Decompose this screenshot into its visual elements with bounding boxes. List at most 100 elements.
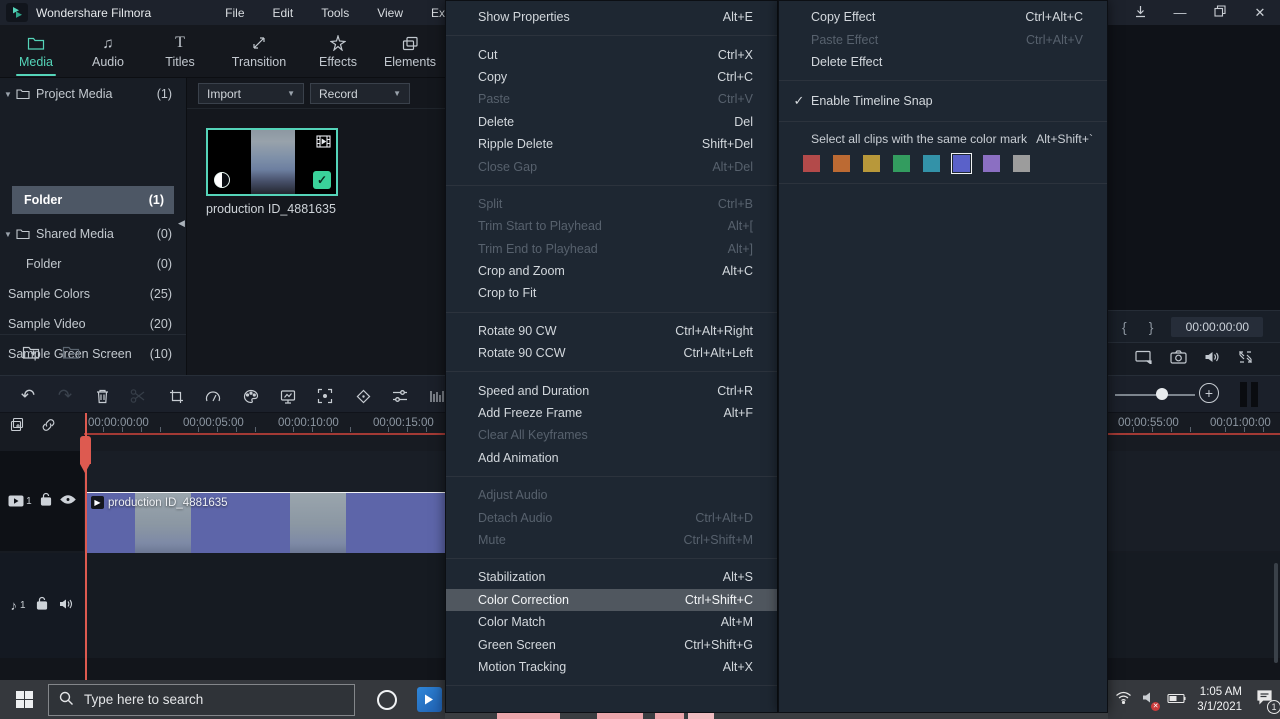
color-palette-icon[interactable] <box>239 384 263 408</box>
minimize-button[interactable]: — <box>1160 5 1200 20</box>
start-button[interactable] <box>0 680 48 719</box>
tab-titles[interactable]: T Titles <box>144 25 216 78</box>
menu-item-show-properties[interactable]: Show PropertiesAlt+E <box>446 6 777 28</box>
snapshot-camera-icon[interactable] <box>1170 350 1187 369</box>
filmora-taskbar-icon[interactable] <box>417 687 442 712</box>
motion-tracking-icon[interactable] <box>313 384 337 408</box>
tab-transition[interactable]: Transition <box>216 25 302 78</box>
menu-item-delete-effect[interactable]: Delete Effect <box>779 51 1107 73</box>
mark-in-icon[interactable]: { <box>1122 319 1127 335</box>
fullscreen-icon[interactable] <box>1238 350 1253 369</box>
mark-out-icon[interactable]: } <box>1149 319 1154 335</box>
battery-icon[interactable] <box>1167 691 1187 709</box>
color-mark-orange[interactable] <box>833 155 850 172</box>
tab-media[interactable]: Media <box>0 25 72 78</box>
color-mark-red[interactable] <box>803 155 820 172</box>
menu-item-paste-effect[interactable]: Paste EffectCtrl+Alt+V <box>779 28 1107 50</box>
zoom-slider-knob[interactable] <box>1156 388 1168 400</box>
menu-item-split[interactable]: SplitCtrl+B <box>446 193 777 215</box>
speed-icon[interactable] <box>201 384 225 408</box>
tab-elements[interactable]: Elements <box>374 25 446 78</box>
taskbar-clock[interactable]: 1:05 AM 3/1/2021 <box>1197 685 1242 715</box>
import-dropdown[interactable]: Import ▼ <box>198 83 304 104</box>
menu-item-add-freeze-frame[interactable]: Add Freeze FrameAlt+F <box>446 402 777 424</box>
preview-timecode[interactable]: 00:00:00:00 <box>1171 317 1263 337</box>
menu-file[interactable]: File <box>225 6 244 20</box>
color-mark-purple[interactable] <box>983 155 1000 172</box>
menu-item-speed-and-duration[interactable]: Speed and DurationCtrl+R <box>446 379 777 401</box>
tab-effects[interactable]: Effects <box>302 25 374 78</box>
taskbar-search-input[interactable]: Type here to search <box>48 684 355 716</box>
menu-item-clear-all-keyframes[interactable]: Clear All Keyframes <box>446 424 777 446</box>
paste-board-icon[interactable] <box>10 417 26 438</box>
wifi-icon[interactable] <box>1115 691 1132 709</box>
record-dropdown[interactable]: Record ▼ <box>310 83 410 104</box>
menu-item-crop-to-fit[interactable]: Crop to Fit <box>446 282 777 304</box>
scissors-split-icon[interactable] <box>126 384 150 408</box>
menu-tools[interactable]: Tools <box>321 6 349 20</box>
undo-icon[interactable]: ↶ <box>16 384 40 408</box>
sidebar-item-sample-colors[interactable]: Sample Colors (25) <box>0 284 186 304</box>
zoom-in-icon[interactable]: + <box>1199 383 1219 403</box>
sidebar-item-project-media[interactable]: ▼ Project Media (1) <box>0 84 186 104</box>
cortana-icon[interactable] <box>377 690 397 710</box>
restore-button[interactable] <box>1200 5 1240 20</box>
expand-arrow-icon[interactable]: ▼ <box>0 90 16 99</box>
menu-item-ripple-delete[interactable]: Ripple DeleteShift+Del <box>446 133 777 155</box>
media-clip-thumbnail[interactable]: ✓ <box>206 128 338 196</box>
menu-view[interactable]: View <box>377 6 403 20</box>
menu-item-enable-timeline-snap[interactable]: ✓ Enable Timeline Snap <box>779 88 1107 114</box>
eye-visibility-icon[interactable] <box>60 492 76 510</box>
add-folder-icon[interactable] <box>22 345 40 365</box>
menu-item-color-match[interactable]: Color MatchAlt+M <box>446 611 777 633</box>
menu-item-color-correction[interactable]: Color CorrectionCtrl+Shift+C <box>446 589 777 611</box>
notification-center-icon[interactable]: 1 <box>1256 689 1274 710</box>
speaker-icon[interactable] <box>59 597 74 615</box>
lock-icon[interactable] <box>36 596 48 615</box>
timeline-scrollbar[interactable] <box>1274 563 1278 663</box>
render-preview-icon[interactable] <box>276 384 300 408</box>
sidebar-item-folder-selected[interactable]: Folder (1) <box>12 186 174 214</box>
sidebar-item-sample-video[interactable]: Sample Video (20) <box>0 314 186 334</box>
menu-item-rotate-90-cw[interactable]: Rotate 90 CWCtrl+Alt+Right <box>446 320 777 342</box>
lock-icon[interactable] <box>40 492 52 511</box>
redo-icon[interactable]: ↷ <box>53 384 77 408</box>
menu-item-delete[interactable]: DeleteDel <box>446 111 777 133</box>
adjust-sliders-icon[interactable] <box>388 384 412 408</box>
menu-item-stabilization[interactable]: StabilizationAlt+S <box>446 566 777 588</box>
close-button[interactable]: ✕ <box>1240 5 1280 21</box>
menu-item-copy-effect[interactable]: Copy EffectCtrl+Alt+C <box>779 6 1107 28</box>
playhead-handle[interactable] <box>80 436 91 464</box>
sidebar-item-folder2[interactable]: Folder (0) <box>0 254 186 274</box>
menu-edit[interactable]: Edit <box>273 6 294 20</box>
speaker-icon[interactable] <box>1204 350 1221 369</box>
crop-icon[interactable] <box>164 384 188 408</box>
menu-item-rotate-90-ccw[interactable]: Rotate 90 CCWCtrl+Alt+Left <box>446 342 777 364</box>
menu-item-crop-and-zoom[interactable]: Crop and ZoomAlt+C <box>446 260 777 282</box>
menu-item-cut[interactable]: CutCtrl+X <box>446 43 777 65</box>
menu-item-trim-end[interactable]: Trim End to PlayheadAlt+] <box>446 238 777 260</box>
color-mark-gray[interactable] <box>1013 155 1030 172</box>
menu-item-mute[interactable]: MuteCtrl+Shift+M <box>446 529 777 551</box>
link-icon[interactable] <box>40 417 57 438</box>
color-mark-green[interactable] <box>893 155 910 172</box>
menu-item-paste[interactable]: PasteCtrl+V <box>446 88 777 110</box>
menu-item-detach-audio[interactable]: Detach AudioCtrl+Alt+D <box>446 506 777 528</box>
delete-trash-icon[interactable] <box>90 384 114 408</box>
delete-folder-icon[interactable] <box>62 345 80 365</box>
color-mark-yellow[interactable] <box>863 155 880 172</box>
menu-item-trim-start[interactable]: Trim Start to PlayheadAlt+[ <box>446 215 777 237</box>
menu-item-copy[interactable]: CopyCtrl+C <box>446 66 777 88</box>
menu-item-close-gap[interactable]: Close GapAlt+Del <box>446 155 777 177</box>
menu-item-add-animation[interactable]: Add Animation <box>446 447 777 469</box>
menu-item-adjust-audio[interactable]: Adjust Audio <box>446 484 777 506</box>
menu-item-motion-tracking[interactable]: Motion TrackingAlt+X <box>446 656 777 678</box>
sidebar-item-shared-media[interactable]: ▼ Shared Media (0) <box>0 224 186 244</box>
menu-item-green-screen[interactable]: Green ScreenCtrl+Shift+G <box>446 633 777 655</box>
display-quality-icon[interactable] <box>1135 350 1153 369</box>
timeline-zoom-slider[interactable] <box>1115 394 1195 396</box>
tab-audio[interactable]: ♫ Audio <box>72 25 144 78</box>
export-download-icon[interactable] <box>1120 5 1160 21</box>
color-mark-blue[interactable] <box>953 155 970 172</box>
expand-arrow-icon[interactable]: ▼ <box>0 230 16 239</box>
